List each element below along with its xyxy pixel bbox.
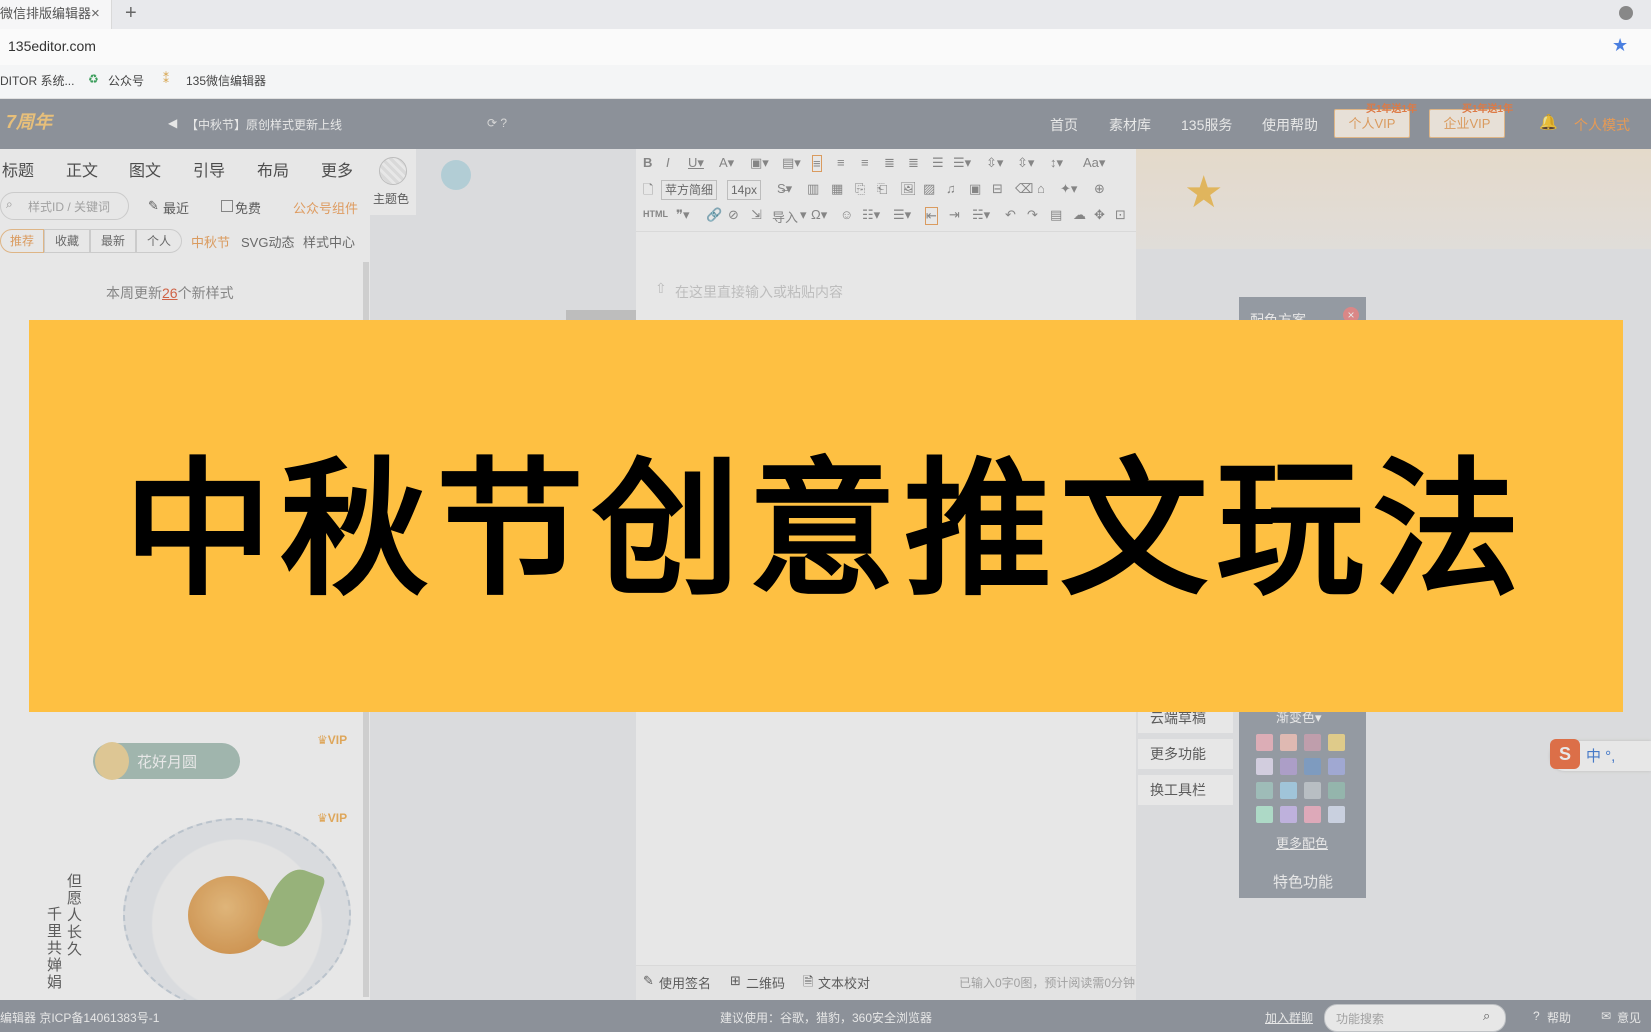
recycle-icon: ♻ xyxy=(88,72,99,86)
banner-title: 中秋节创意推文玩法 xyxy=(124,443,1528,616)
bookmark-star-icon[interactable]: ★ xyxy=(1612,35,1628,56)
bookmark-135-editor[interactable]: 135微信编辑器 xyxy=(186,72,266,89)
address-bar[interactable] xyxy=(0,29,1651,65)
browser-tab-bar xyxy=(0,0,1651,29)
url-text[interactable]: 135editor.com xyxy=(8,38,96,54)
tab-title: 微信排版编辑器 xyxy=(0,6,92,21)
tab-close-icon[interactable]: × xyxy=(91,0,100,27)
new-tab-button[interactable]: + xyxy=(125,2,137,25)
browser-menu-icon[interactable] xyxy=(1619,6,1633,20)
bookmark-editor-system[interactable]: DITOR 系统... xyxy=(0,72,74,89)
bookmark-gzh[interactable]: 公众号 xyxy=(108,72,144,89)
browser-tab[interactable]: 微信排版编辑器 × xyxy=(0,0,112,29)
135-icon: ⁑ xyxy=(163,72,169,86)
